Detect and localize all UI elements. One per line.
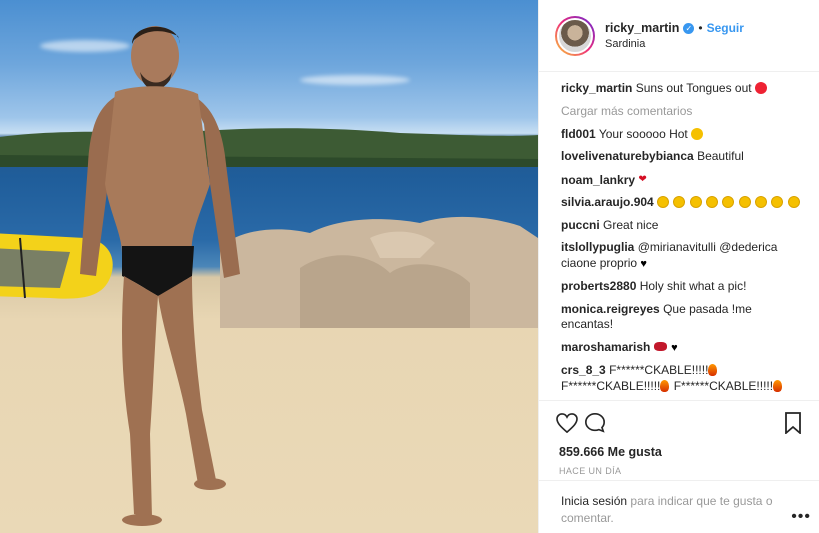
comment-username[interactable]: puccni [561,218,600,232]
comment-item: crs_8_3 F******CKABLE!!!!! F******CKABLE… [561,363,805,394]
comment-item: itslollypuglia @mirianavitulli @dederica… [561,240,805,272]
avatar[interactable] [555,15,595,56]
post-photo[interactable] [0,0,538,533]
separator-dot: • [698,21,703,35]
comment-username[interactable]: crs_8_3 [561,363,606,377]
comment-username[interactable]: monica.reigreyes [561,302,660,316]
comment-text: F******CKABLE!!!!! [609,363,709,377]
comment-item: lovelivenaturebybianca Beautiful [561,149,805,165]
red-heart-emoji-icon: ❤ [638,173,647,185]
comment-username[interactable]: lovelivenaturebybianca [561,149,694,163]
squint-emoji-icon [722,196,735,208]
caption: ricky_martin Suns out Tongues out [561,81,805,97]
username-link[interactable]: ricky_martin [605,21,679,35]
load-more-comments-button[interactable]: Cargar más comentarios [561,104,805,118]
heart-eyes-emoji-icon [691,127,704,140]
comment-username[interactable]: proberts2880 [561,279,636,293]
lips-emoji-icon [653,341,667,351]
black-heart-emoji-icon: ♥ [640,257,647,270]
comment-username[interactable]: maroshamarish [561,340,650,354]
cloud [300,75,410,85]
comment-username[interactable]: fld001 [561,127,596,141]
comment-username[interactable]: noam_lankry [561,173,635,187]
header-row: ricky_martin ✓ • Seguir [605,21,744,35]
header-info: ricky_martin ✓ • Seguir Sardinia [605,21,744,50]
black-heart-emoji-icon: ♥ [671,341,678,354]
comment-item: fld001 Your sooooo Hot [561,127,805,143]
caption-text: Suns out Tongues out [635,81,752,95]
post-actions: 859.666 Me gusta HACE UN DÍA [539,400,819,476]
squint-emoji-icon [706,196,719,208]
post-header: ricky_martin ✓ • Seguir Sardinia [539,0,819,72]
login-prompt: Inicia sesión para indicar que te gusta … [539,480,819,527]
comment-item: monica.reigreyes Que pasada !me encantas… [561,302,805,333]
squint-emoji-icon [738,196,751,208]
post-sidebar: ricky_martin ✓ • Seguir Sardinia ricky_m… [538,0,819,533]
likes-count[interactable]: 859.666 Me gusta [559,445,807,459]
comment-item: silvia.araujo.904 [561,195,805,211]
comment-text: Your sooooo Hot [598,126,688,141]
more-options-icon[interactable]: ••• [791,508,811,526]
fire-emoji-icon [708,364,718,376]
like-heart-icon[interactable] [553,409,581,437]
comment-username[interactable]: itslollypuglia [561,240,634,254]
verified-badge-icon: ✓ [683,22,695,34]
fire-emoji-icon [660,379,670,392]
comment-text: Holy shit what a pic! [639,279,747,293]
comment-username[interactable]: silvia.araujo.904 [561,195,654,209]
squint-emoji-icon [787,196,800,208]
caption-username[interactable]: ricky_martin [561,81,632,95]
comment-text: F******CKABLE!!!!! [561,378,661,393]
bookmark-icon[interactable] [779,409,807,437]
squint-emoji-icon [689,196,702,208]
squint-emoji-icon [657,196,670,208]
squint-emoji-icon [673,196,686,208]
login-link[interactable]: Inicia sesión [561,494,627,508]
action-icons [553,409,807,437]
post-timestamp[interactable]: HACE UN DÍA [559,466,807,476]
squint-emoji-icon [755,196,768,208]
instagram-post: ricky_martin ✓ • Seguir Sardinia ricky_m… [0,0,819,533]
comments-list[interactable]: ricky_martin Suns out Tongues out Cargar… [539,73,819,400]
comment-text: Great nice [603,217,659,232]
tongue-emoji-icon [754,82,767,94]
person-figure [80,26,240,526]
comment-bubble-icon[interactable] [581,409,609,437]
comment-item: proberts2880 Holy shit what a pic! [561,279,805,295]
location-link[interactable]: Sardinia [605,38,744,50]
comment-item: noam_lankry ❤ [561,172,805,189]
avatar-image [557,17,593,54]
comment-text: F******CKABLE!!!!! [673,378,774,393]
fire-emoji-icon [773,379,783,392]
squint-emoji-icon [771,196,784,208]
comment-item: maroshamarish ♥ [561,340,805,357]
comment-text: Beautiful [697,149,744,163]
comment-item: puccni Great nice [561,218,805,234]
follow-button[interactable]: Seguir [707,21,744,35]
